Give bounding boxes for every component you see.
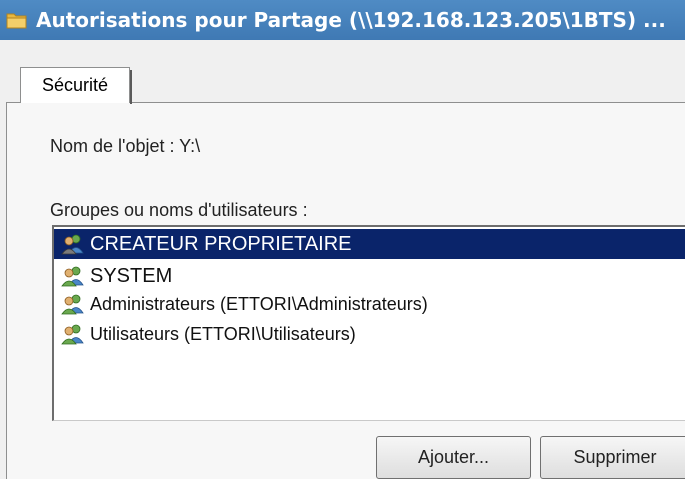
groups-list[interactable]: CREATEUR PROPRIETAIRE SYSTEM Administrat… — [52, 225, 685, 421]
users-icon — [61, 294, 84, 315]
users-icon — [61, 324, 84, 345]
list-item-administrateurs[interactable]: Administrateurs (ETTORI\Administrateurs) — [60, 289, 428, 319]
list-item-label: SYSTEM — [90, 264, 173, 287]
list-item-createur-proprietaire[interactable]: CREATEUR PROPRIETAIRE — [54, 229, 685, 259]
users-icon — [61, 266, 84, 287]
list-item-label: CREATEUR PROPRIETAIRE — [90, 232, 352, 255]
groups-label: Groupes ou noms d'utilisateurs : — [50, 200, 308, 220]
list-item-label: Administrateurs (ETTORI\Administrateurs) — [90, 293, 428, 314]
list-item-system[interactable]: SYSTEM — [60, 261, 172, 291]
users-icon — [61, 234, 84, 255]
remove-button[interactable]: Supprimer — [540, 436, 685, 479]
permissions-window: Autorisations pour Partage (\\192.168.12… — [0, 0, 685, 479]
window-title: Autorisations pour Partage (\\192.168.12… — [36, 8, 666, 32]
tab-security[interactable]: Sécurité — [20, 67, 132, 104]
folder-icon — [6, 13, 27, 29]
title-bar[interactable]: Autorisations pour Partage (\\192.168.12… — [0, 0, 685, 40]
add-button[interactable]: Ajouter... — [376, 436, 531, 479]
list-item-utilisateurs[interactable]: Utilisateurs (ETTORI\Utilisateurs) — [60, 319, 356, 349]
list-item-label: Utilisateurs (ETTORI\Utilisateurs) — [90, 323, 356, 344]
object-name-label: Nom de l'objet : Y:\ — [50, 136, 201, 156]
